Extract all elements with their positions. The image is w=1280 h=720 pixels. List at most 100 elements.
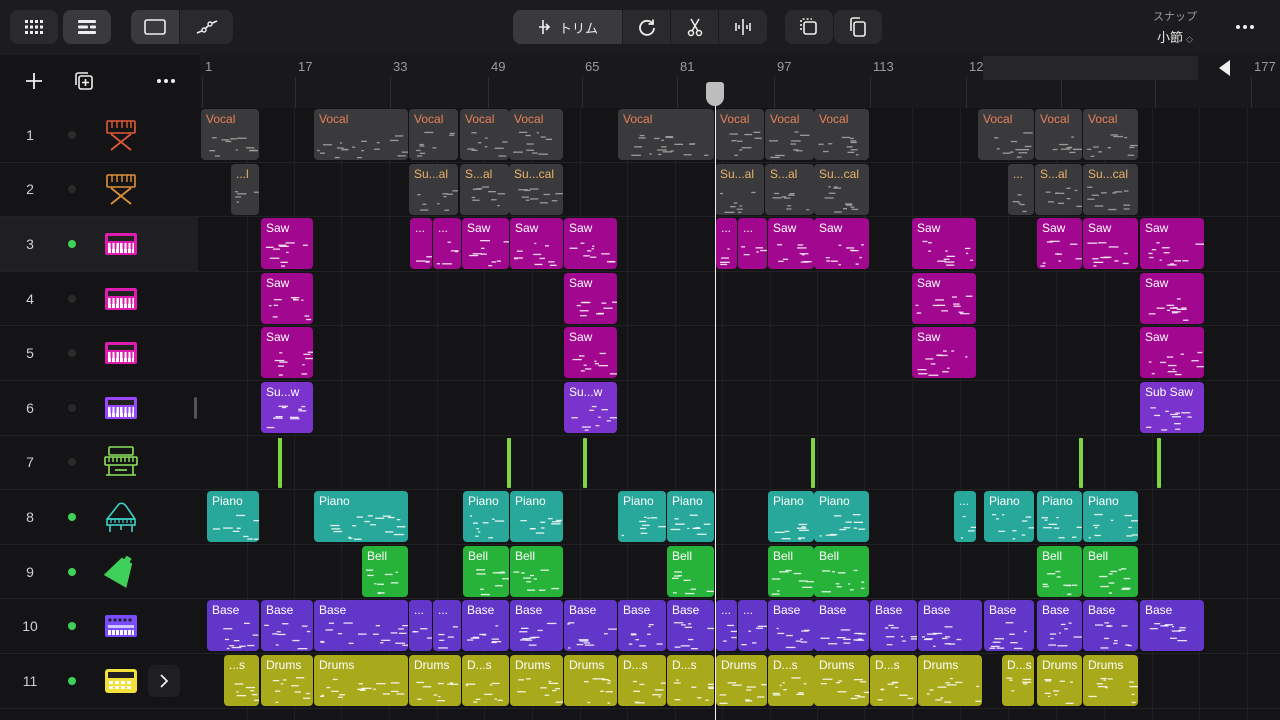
region[interactable]: Saw <box>768 218 814 270</box>
loop-button[interactable] <box>623 10 671 44</box>
region[interactable]: S...al <box>765 163 814 215</box>
region[interactable]: Drums <box>918 655 982 706</box>
region[interactable]: Base <box>207 600 259 652</box>
region[interactable]: ... <box>954 491 976 543</box>
track-lane[interactable]: Su...w Su...w Sub Saw <box>200 381 1280 435</box>
add-track-button[interactable] <box>19 65 49 97</box>
region[interactable]: Bell <box>768 545 814 597</box>
region[interactable]: Bell <box>814 545 869 597</box>
track-row[interactable]: 3 Saw...... Saw Saw Saw...... Saw Saw Saw Saw Saw… <box>0 217 1280 272</box>
region[interactable]: Base <box>768 600 814 652</box>
region[interactable]: Drums <box>1037 655 1082 706</box>
region[interactable]: Vocal <box>460 109 509 160</box>
region[interactable]: Base <box>1083 600 1138 652</box>
track-row[interactable]: 2 ...l Su...al S...al Su...cal Su...al S...al S… <box>0 162 1280 218</box>
expand-panel-button[interactable] <box>148 664 180 697</box>
track-header[interactable]: 8 <box>0 490 198 544</box>
region[interactable]: Piano <box>1083 491 1138 543</box>
region[interactable]: Sub Saw <box>1140 382 1204 433</box>
region[interactable]: Su...w <box>261 382 313 433</box>
region[interactable]: Vocal <box>201 109 259 160</box>
region[interactable]: Saw <box>912 218 976 270</box>
song-end-marker[interactable] <box>1219 60 1230 76</box>
snap-control[interactable]: スナップ 小節 ◇ <box>1140 8 1210 46</box>
region[interactable]: ... <box>409 600 432 652</box>
region[interactable]: ... <box>716 218 737 270</box>
region[interactable]: Saw <box>261 327 313 379</box>
region[interactable]: ... <box>738 600 767 652</box>
region[interactable]: Su...cal <box>1083 163 1138 215</box>
grand-piano-icon[interactable] <box>103 500 139 534</box>
track-row[interactable]: 4 Saw Saw Saw Saw <box>0 271 1280 327</box>
region[interactable]: Piano <box>463 491 509 543</box>
percussion-region[interactable] <box>507 437 511 488</box>
track-header[interactable]: 9 <box>0 544 198 599</box>
region[interactable]: Base <box>261 600 313 652</box>
region[interactable]: D...s <box>618 655 666 706</box>
region[interactable]: Bell <box>463 545 509 597</box>
region[interactable]: D...s <box>1002 655 1034 706</box>
percussion-region[interactable] <box>278 437 282 488</box>
region[interactable]: Vocal <box>314 109 408 160</box>
region[interactable]: Drums <box>409 655 461 706</box>
region[interactable]: Bell <box>510 545 563 597</box>
region-mode-button[interactable] <box>131 10 180 44</box>
organ-icon[interactable] <box>103 445 139 479</box>
track-row[interactable]: 10 Base Base Base...... Base Base Base Base Base… <box>0 599 1280 654</box>
keyboard-muted-icon[interactable] <box>103 172 139 206</box>
track-header[interactable]: 4 <box>0 271 198 326</box>
more-options-button[interactable] <box>1230 14 1260 40</box>
track-header[interactable]: 5 <box>0 326 198 380</box>
region[interactable]: Vocal <box>1083 109 1138 160</box>
region[interactable]: Drums <box>261 655 313 706</box>
region[interactable]: Vocal <box>715 109 764 160</box>
scroll-indicator[interactable] <box>194 397 197 419</box>
region[interactable]: ...s <box>224 655 259 706</box>
region[interactable]: ... <box>433 218 461 270</box>
region[interactable]: Piano <box>207 491 259 543</box>
synth-icon[interactable] <box>103 282 139 316</box>
region[interactable]: Saw <box>912 272 976 324</box>
region[interactable]: ... <box>410 218 432 270</box>
track-lane[interactable]: Base Base Base...... Base Base Base Base Base..… <box>200 599 1280 653</box>
synth-icon[interactable] <box>103 227 139 261</box>
region[interactable]: Base <box>918 600 982 652</box>
track-header[interactable]: 3 <box>0 217 198 271</box>
percussion-region[interactable] <box>1079 437 1083 488</box>
region[interactable]: D...s <box>768 655 814 706</box>
synth-icon[interactable] <box>103 336 139 370</box>
track-row[interactable]: 6 Su...w Su...w Sub Saw <box>0 381 1280 436</box>
region[interactable]: Saw <box>462 218 509 270</box>
region[interactable]: Saw <box>510 218 563 270</box>
region[interactable]: Vocal <box>618 109 714 160</box>
region[interactable]: Vocal <box>509 109 563 160</box>
region[interactable]: Saw <box>1037 218 1082 270</box>
synth-purple-icon[interactable] <box>103 391 139 425</box>
region[interactable]: Drums <box>564 655 617 706</box>
region[interactable]: Vocal <box>814 109 869 160</box>
region[interactable]: Bell <box>1037 545 1082 597</box>
track-row[interactable]: 1 Vocal Vocal Vocal Vocal Vocal Vocal Vocal Voca… <box>0 108 1280 163</box>
percussion-region[interactable] <box>1157 437 1161 488</box>
region[interactable]: Base <box>618 600 666 652</box>
track-lane[interactable]: Saw Saw Saw Saw <box>200 272 1280 326</box>
region[interactable]: Bell <box>1083 545 1138 597</box>
region[interactable]: Base <box>984 600 1034 652</box>
region[interactable]: Vocal <box>409 109 458 160</box>
region[interactable]: Piano <box>618 491 666 543</box>
region[interactable]: Base <box>564 600 617 652</box>
region[interactable]: Saw <box>1140 327 1204 379</box>
track-row[interactable]: 7 <box>0 435 1280 491</box>
track-lane[interactable]: ...l Su...al S...al Su...cal Su...al S...al Su… <box>200 163 1280 217</box>
tracks-view-button[interactable] <box>63 10 111 44</box>
playhead-handle[interactable] <box>706 82 724 106</box>
region[interactable]: Saw <box>261 218 313 270</box>
region[interactable]: Base <box>314 600 408 652</box>
region[interactable]: Saw <box>912 327 976 379</box>
region[interactable]: S...al <box>1035 163 1082 215</box>
track-header[interactable]: 7 <box>0 435 198 490</box>
region[interactable]: Su...al <box>715 163 764 215</box>
region[interactable]: Su...w <box>564 382 617 433</box>
percussion-region[interactable] <box>811 437 815 488</box>
cowbell-icon[interactable] <box>103 555 139 589</box>
